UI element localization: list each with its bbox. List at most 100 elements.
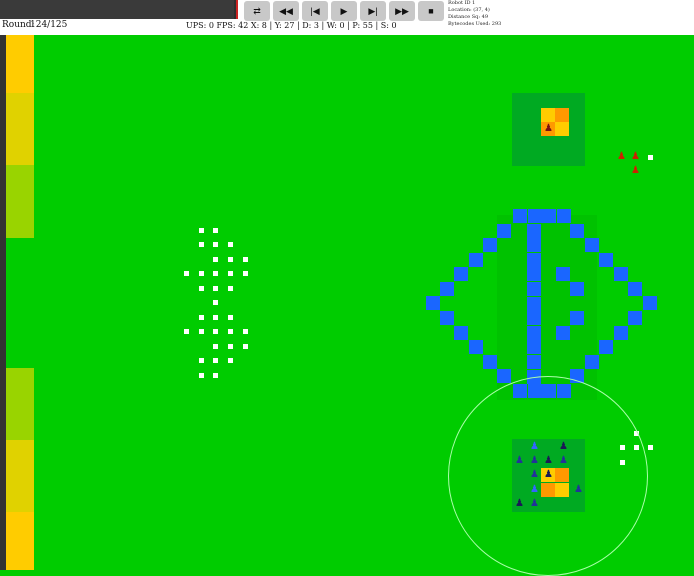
- step-forward-icon: ▶|: [368, 5, 378, 16]
- wall-tile: [556, 326, 570, 340]
- round-value: 124/125: [30, 20, 68, 30]
- marker-dot: [199, 286, 204, 291]
- play-button[interactable]: ▶: [331, 1, 357, 21]
- x-readout: X: 8: [250, 21, 267, 30]
- wall-tile: [527, 267, 541, 282]
- wall-tile: [527, 311, 541, 326]
- territory-strip-segment: [6, 368, 34, 440]
- marker-dot: [184, 329, 189, 334]
- wall-tile: [527, 252, 541, 267]
- wall-tile: [497, 224, 511, 238]
- wall-tile: [628, 311, 642, 325]
- marker-dot: [213, 257, 218, 262]
- wall-tile: [513, 209, 527, 223]
- swap-button[interactable]: ⇄: [244, 1, 270, 21]
- wall-tile: [454, 326, 468, 340]
- red-robot-icon[interactable]: ♟: [543, 123, 554, 134]
- marker-dot: [648, 155, 653, 160]
- marker-dot: [213, 242, 218, 247]
- marker-dot: [199, 228, 204, 233]
- red-robot-icon[interactable]: ♟: [630, 151, 641, 162]
- match-progress-bar[interactable]: [0, 0, 238, 19]
- marker-dot: [213, 271, 218, 276]
- wall-tile: [542, 209, 557, 223]
- wall-tile: [527, 355, 541, 369]
- wall-tile: [599, 253, 613, 267]
- wall-tile: [497, 369, 511, 383]
- marker-dot: [199, 242, 204, 247]
- robot-distance: Distance Sq: 49: [448, 14, 488, 20]
- territory-strip-segment: [6, 512, 34, 570]
- red-robot-icon[interactable]: ♟: [616, 151, 627, 162]
- game-board[interactable]: ♟ ♟ ♟ ♟ ♟ ♟ ♟ ♟ ♟ ♟ ♟ ♟ ♟ ♟ ♟ ♟: [0, 35, 694, 576]
- robot-bytecodes: Bytecodes Used: 293: [448, 21, 502, 27]
- marker-dot: [213, 228, 218, 233]
- step-back-button[interactable]: |◀: [302, 1, 328, 21]
- w-readout: W: 0: [326, 21, 345, 30]
- s-readout: S: 0: [380, 21, 397, 30]
- wall-tile: [585, 238, 599, 252]
- marker-dot: [213, 373, 218, 378]
- robot-info-panel: Robot ID 1 Location: (37, 4) Distance Sq…: [448, 0, 501, 28]
- wall-tile: [454, 267, 468, 281]
- red-robot-icon[interactable]: ♟: [630, 165, 641, 176]
- territory-strip-segment: [6, 440, 34, 512]
- vision-radius-circle: [448, 376, 648, 576]
- rewind-icon: ◀◀: [279, 5, 293, 16]
- marker-dot: [213, 344, 218, 349]
- wall-tile: [469, 340, 483, 354]
- stop-button[interactable]: ■: [418, 1, 444, 21]
- wall-tile: [469, 253, 483, 267]
- marker-dot: [243, 257, 248, 262]
- d-readout: D: 3: [302, 21, 319, 30]
- wall-tile: [585, 355, 599, 369]
- marker-dot: [228, 315, 233, 320]
- wall-tile: [556, 267, 570, 281]
- orange-tile: [555, 108, 569, 122]
- wall-tile: [483, 355, 497, 369]
- territory-strip-segment: [6, 35, 34, 93]
- step-forward-button[interactable]: ▶|: [360, 1, 386, 21]
- control-bar: ⇄ ◀◀ |◀ ▶ ▶| ▶▶ ■ Round: 124/125 UPS: 0 FPS: 4…: [0, 0, 694, 35]
- fps-readout: FPS: 42: [216, 21, 249, 30]
- robot-id: Robot ID 1: [448, 0, 476, 6]
- fast-forward-button[interactable]: ▶▶: [389, 1, 415, 21]
- play-icon: ▶: [340, 5, 348, 16]
- marker-dot: [228, 242, 233, 247]
- marker-dot: [213, 329, 218, 334]
- marker-dot: [199, 315, 204, 320]
- marker-dot: [199, 358, 204, 363]
- marker-dot: [199, 271, 204, 276]
- marker-dot: [199, 373, 204, 378]
- wall-tile: [440, 282, 454, 296]
- wall-tile: [556, 209, 571, 223]
- p-readout: P: 55: [352, 21, 373, 30]
- wall-tile: [570, 282, 584, 296]
- gold-tile: [555, 122, 569, 136]
- marker-dot: [213, 286, 218, 291]
- territory-strip-segment: [6, 93, 34, 165]
- swap-icon: ⇄: [253, 5, 261, 16]
- marker-dot: [228, 344, 233, 349]
- wall-tile: [628, 282, 642, 296]
- gold-tile: [541, 108, 555, 122]
- wall-tile: [570, 311, 584, 325]
- step-back-icon: |◀: [310, 5, 320, 16]
- marker-dot: [213, 315, 218, 320]
- wall-tile: [527, 282, 541, 296]
- marker-dot: [184, 271, 189, 276]
- marker-dot: [243, 344, 248, 349]
- wall-tile: [527, 238, 541, 253]
- rewind-button[interactable]: ◀◀: [273, 1, 299, 21]
- stop-icon: ■: [428, 6, 434, 16]
- marker-dot: [199, 329, 204, 334]
- marker-dot: [228, 329, 233, 334]
- wall-tile: [599, 340, 613, 354]
- wall-tile: [426, 296, 440, 310]
- wall-tile: [440, 311, 454, 325]
- marker-dot: [228, 286, 233, 291]
- marker-dot: [213, 300, 218, 305]
- marker-dot: [228, 271, 233, 276]
- wall-tile: [527, 296, 541, 311]
- match-progress-fill: [0, 0, 234, 19]
